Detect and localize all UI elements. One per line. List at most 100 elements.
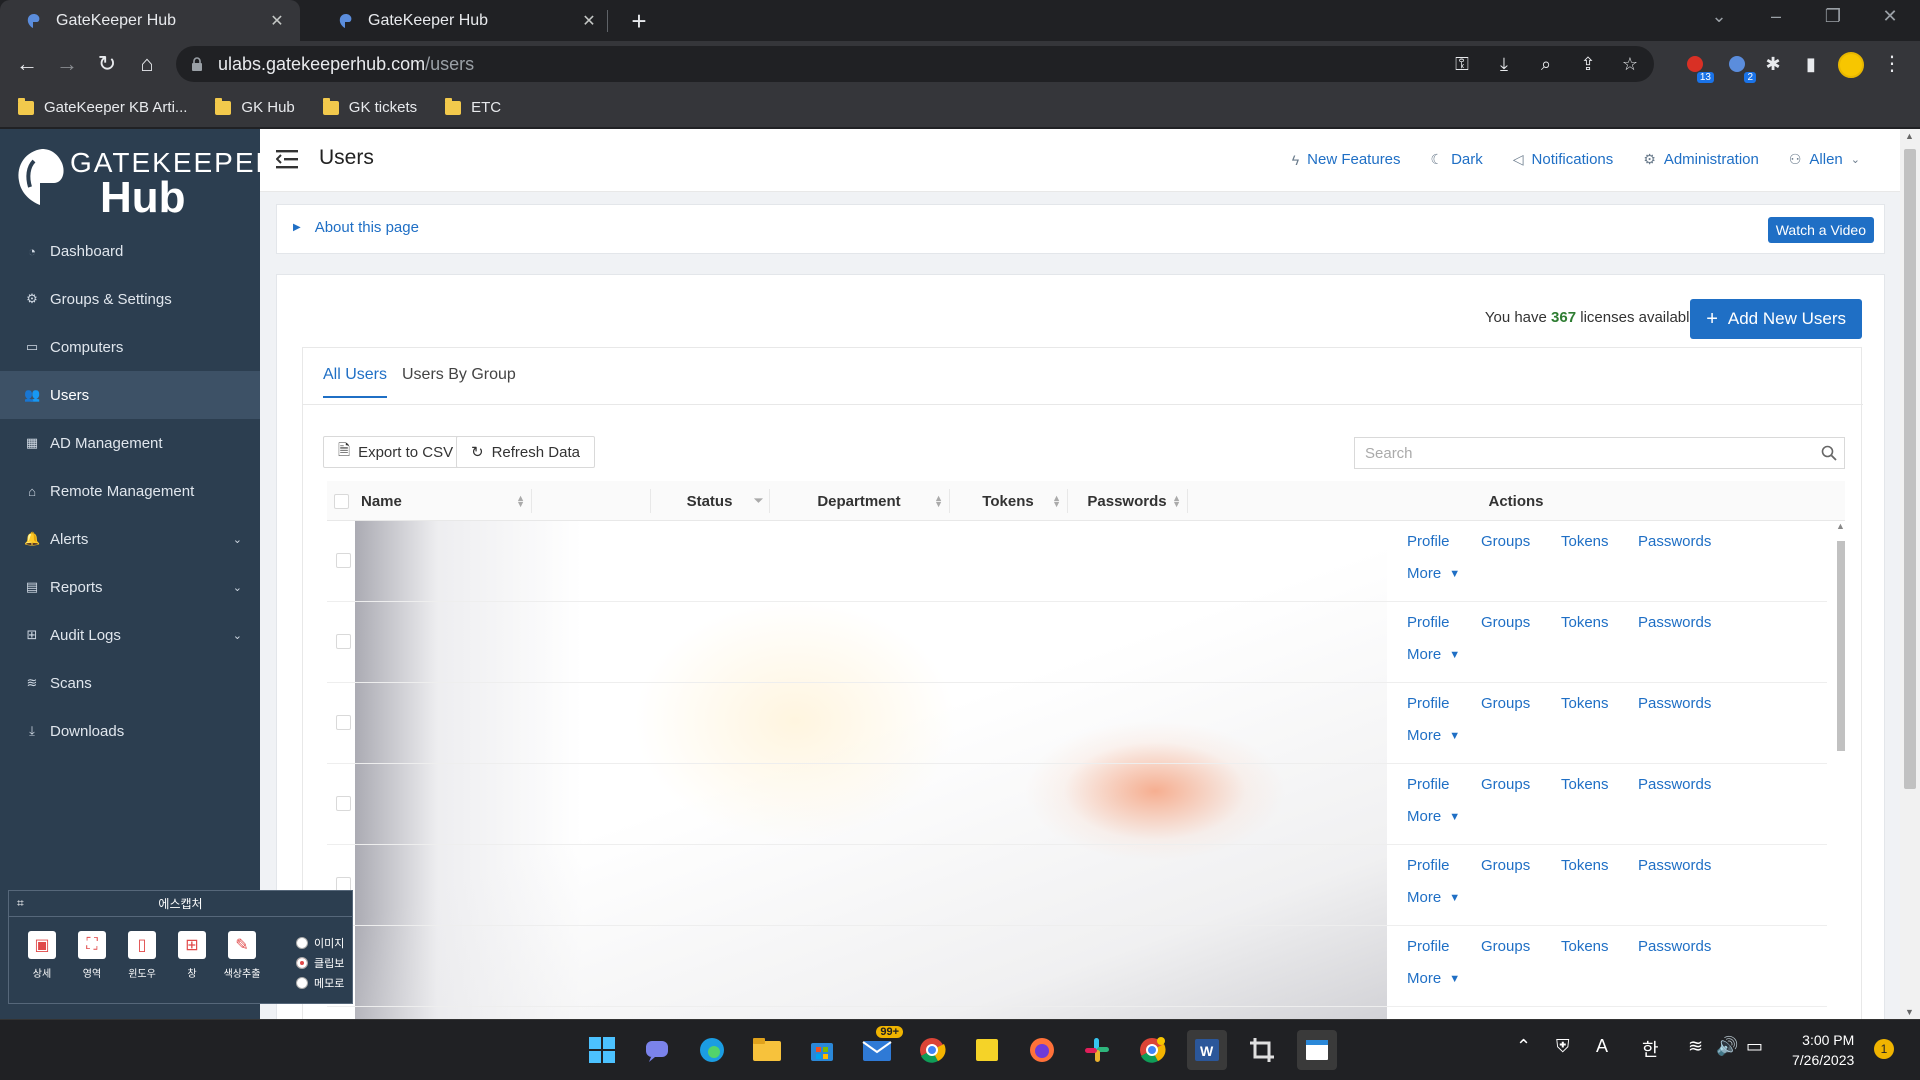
- bookmark-star-icon[interactable]: ☆: [1620, 54, 1640, 75]
- snipping-app[interactable]: [1242, 1030, 1282, 1070]
- more-dropdown[interactable]: More ▼: [1407, 727, 1460, 744]
- browser-tab-1[interactable]: GateKeeper Hub ✕: [0, 0, 300, 41]
- profile-link[interactable]: Profile: [1407, 776, 1450, 793]
- side-panel-icon[interactable]: ▮: [1798, 51, 1824, 77]
- sidebar-item-scans[interactable]: ≋ Scans: [0, 659, 260, 707]
- maximize-icon[interactable]: ❐: [1818, 6, 1848, 27]
- profile-link[interactable]: Profile: [1407, 695, 1450, 712]
- chrome-profile-app[interactable]: [1132, 1030, 1172, 1070]
- browser-tab-2[interactable]: GateKeeper Hub ✕: [312, 0, 612, 41]
- tray-overflow-icon[interactable]: ⌃: [1516, 1036, 1531, 1057]
- passwords-link[interactable]: Passwords: [1638, 938, 1711, 955]
- ime-language[interactable]: 한: [1642, 1036, 1659, 1062]
- mail-app[interactable]: 99+: [857, 1026, 903, 1070]
- table-scroll-thumb[interactable]: [1837, 541, 1845, 751]
- tokens-link[interactable]: Tokens: [1561, 695, 1609, 712]
- sidebar-item-groups-settings[interactable]: ⚙ Groups & Settings: [0, 275, 260, 323]
- about-toggle[interactable]: ▶ About this page: [293, 219, 419, 236]
- tab-all-users[interactable]: All Users: [323, 366, 388, 398]
- refresh-data-button[interactable]: ↻ Refresh Data: [456, 436, 595, 468]
- minimize-icon[interactable]: –: [1761, 6, 1791, 27]
- word-app[interactable]: W: [1187, 1030, 1227, 1070]
- page-scroll-thumb[interactable]: [1904, 149, 1916, 789]
- sidebar-item-reports[interactable]: ▤ Reports ⌄: [0, 563, 260, 611]
- bookmark-item[interactable]: GK Hub: [215, 97, 295, 116]
- filter-icon[interactable]: ⏷: [754, 496, 763, 507]
- sidebar-item-users[interactable]: 👥 Users: [0, 371, 260, 419]
- tokens-link[interactable]: Tokens: [1561, 857, 1609, 874]
- extension-red-icon[interactable]: 13: [1682, 51, 1714, 83]
- more-dropdown[interactable]: More ▼: [1407, 565, 1460, 582]
- store-app[interactable]: [802, 1030, 842, 1070]
- extension-gatekeeper-icon[interactable]: 2: [1724, 51, 1756, 83]
- scroll-down-icon[interactable]: ▼: [1905, 1007, 1914, 1017]
- row-checkbox[interactable]: [336, 715, 351, 730]
- zoom-icon[interactable]: ⌕: [1536, 54, 1556, 75]
- user-menu[interactable]: ⚇ Allen ⌄: [1789, 151, 1860, 168]
- extensions-puzzle-icon[interactable]: ✱: [1760, 51, 1786, 77]
- passwords-link[interactable]: Passwords: [1638, 614, 1711, 631]
- battery-icon[interactable]: ▭: [1746, 1036, 1763, 1057]
- sidebar-item-remote-management[interactable]: ⌂ Remote Management: [0, 467, 260, 515]
- page-scrollbar[interactable]: ▲ ▼: [1900, 129, 1920, 1019]
- more-dropdown[interactable]: More ▼: [1407, 646, 1460, 663]
- scroll-up-icon[interactable]: ▲: [1836, 521, 1845, 531]
- row-checkbox[interactable]: [336, 796, 351, 811]
- row-checkbox[interactable]: [336, 634, 351, 649]
- notification-count-badge[interactable]: 1: [1874, 1039, 1894, 1059]
- notifications-link[interactable]: ◁ Notifications: [1513, 151, 1613, 168]
- profile-link[interactable]: Profile: [1407, 614, 1450, 631]
- file-explorer-app[interactable]: [747, 1030, 787, 1070]
- sticky-notes-app[interactable]: [967, 1030, 1007, 1070]
- close-tab-icon[interactable]: ✕: [580, 11, 598, 31]
- administration-link[interactable]: ⚙ Administration: [1643, 151, 1759, 168]
- volume-icon[interactable]: 🔊: [1716, 1036, 1738, 1057]
- sort-icon[interactable]: ▲ ▼: [516, 494, 525, 509]
- passwords-link[interactable]: Passwords: [1638, 533, 1711, 550]
- edge-app[interactable]: [692, 1030, 732, 1070]
- new-features-link[interactable]: ϟ New Features: [1292, 151, 1401, 168]
- groups-link[interactable]: Groups: [1481, 533, 1530, 550]
- passwords-link[interactable]: Passwords: [1638, 776, 1711, 793]
- reload-icon[interactable]: ↻: [92, 49, 122, 79]
- menu-collapse-icon[interactable]: [276, 149, 300, 169]
- radio-button-selected[interactable]: [296, 957, 308, 969]
- sidebar-item-ad-management[interactable]: ▦ AD Management: [0, 419, 260, 467]
- name-column-header[interactable]: Name ▲ ▼: [355, 481, 531, 521]
- capture-option[interactable]: 이미지: [296, 933, 344, 953]
- sidebar-item-downloads[interactable]: ⤓ Downloads: [0, 707, 260, 755]
- profile-link[interactable]: Profile: [1407, 938, 1450, 955]
- add-new-users-button[interactable]: + Add New Users: [1690, 299, 1862, 339]
- sidebar-item-alerts[interactable]: 🔔 Alerts ⌄: [0, 515, 260, 563]
- back-icon[interactable]: ←: [12, 49, 42, 79]
- sort-icon[interactable]: ▲ ▼: [1052, 494, 1061, 509]
- forward-icon[interactable]: →: [52, 49, 82, 79]
- radio-button[interactable]: [296, 937, 308, 949]
- tab-search-icon[interactable]: ⌄: [1704, 6, 1734, 27]
- home-icon[interactable]: ⌂: [132, 49, 162, 79]
- start-button[interactable]: [582, 1030, 622, 1070]
- profile-link[interactable]: Profile: [1407, 857, 1450, 874]
- capture-detail-button[interactable]: ▣ 상세: [23, 931, 61, 980]
- sort-icon[interactable]: ▲ ▼: [1172, 494, 1181, 509]
- tokens-link[interactable]: Tokens: [1561, 938, 1609, 955]
- scroll-up-icon[interactable]: ▲: [1905, 131, 1914, 141]
- groups-link[interactable]: Groups: [1481, 776, 1530, 793]
- new-tab-icon[interactable]: +: [624, 6, 654, 37]
- tokens-link[interactable]: Tokens: [1561, 533, 1609, 550]
- bookmark-item[interactable]: GateKeeper KB Arti...: [18, 97, 187, 116]
- close-tab-icon[interactable]: ✕: [268, 11, 286, 31]
- sort-icon[interactable]: ▲ ▼: [934, 494, 943, 509]
- more-dropdown[interactable]: More ▼: [1407, 970, 1460, 987]
- groups-link[interactable]: Groups: [1481, 857, 1530, 874]
- window-close-icon[interactable]: ✕: [1875, 6, 1905, 27]
- teams-chat-app[interactable]: [637, 1030, 677, 1070]
- passwords-link[interactable]: Passwords: [1638, 695, 1711, 712]
- export-csv-button[interactable]: 🗎 Export to CSV: [323, 436, 469, 468]
- passwords-link[interactable]: Passwords: [1638, 857, 1711, 874]
- capture-window-button[interactable]: ▯ 윈도우: [123, 931, 161, 980]
- bookmark-item[interactable]: ETC: [445, 97, 501, 116]
- capture-region-button[interactable]: ⛶ 영역: [73, 931, 111, 980]
- profile-avatar[interactable]: [1838, 52, 1864, 78]
- taskbar-clock[interactable]: 3:00 PM 7/26/2023: [1792, 1030, 1854, 1070]
